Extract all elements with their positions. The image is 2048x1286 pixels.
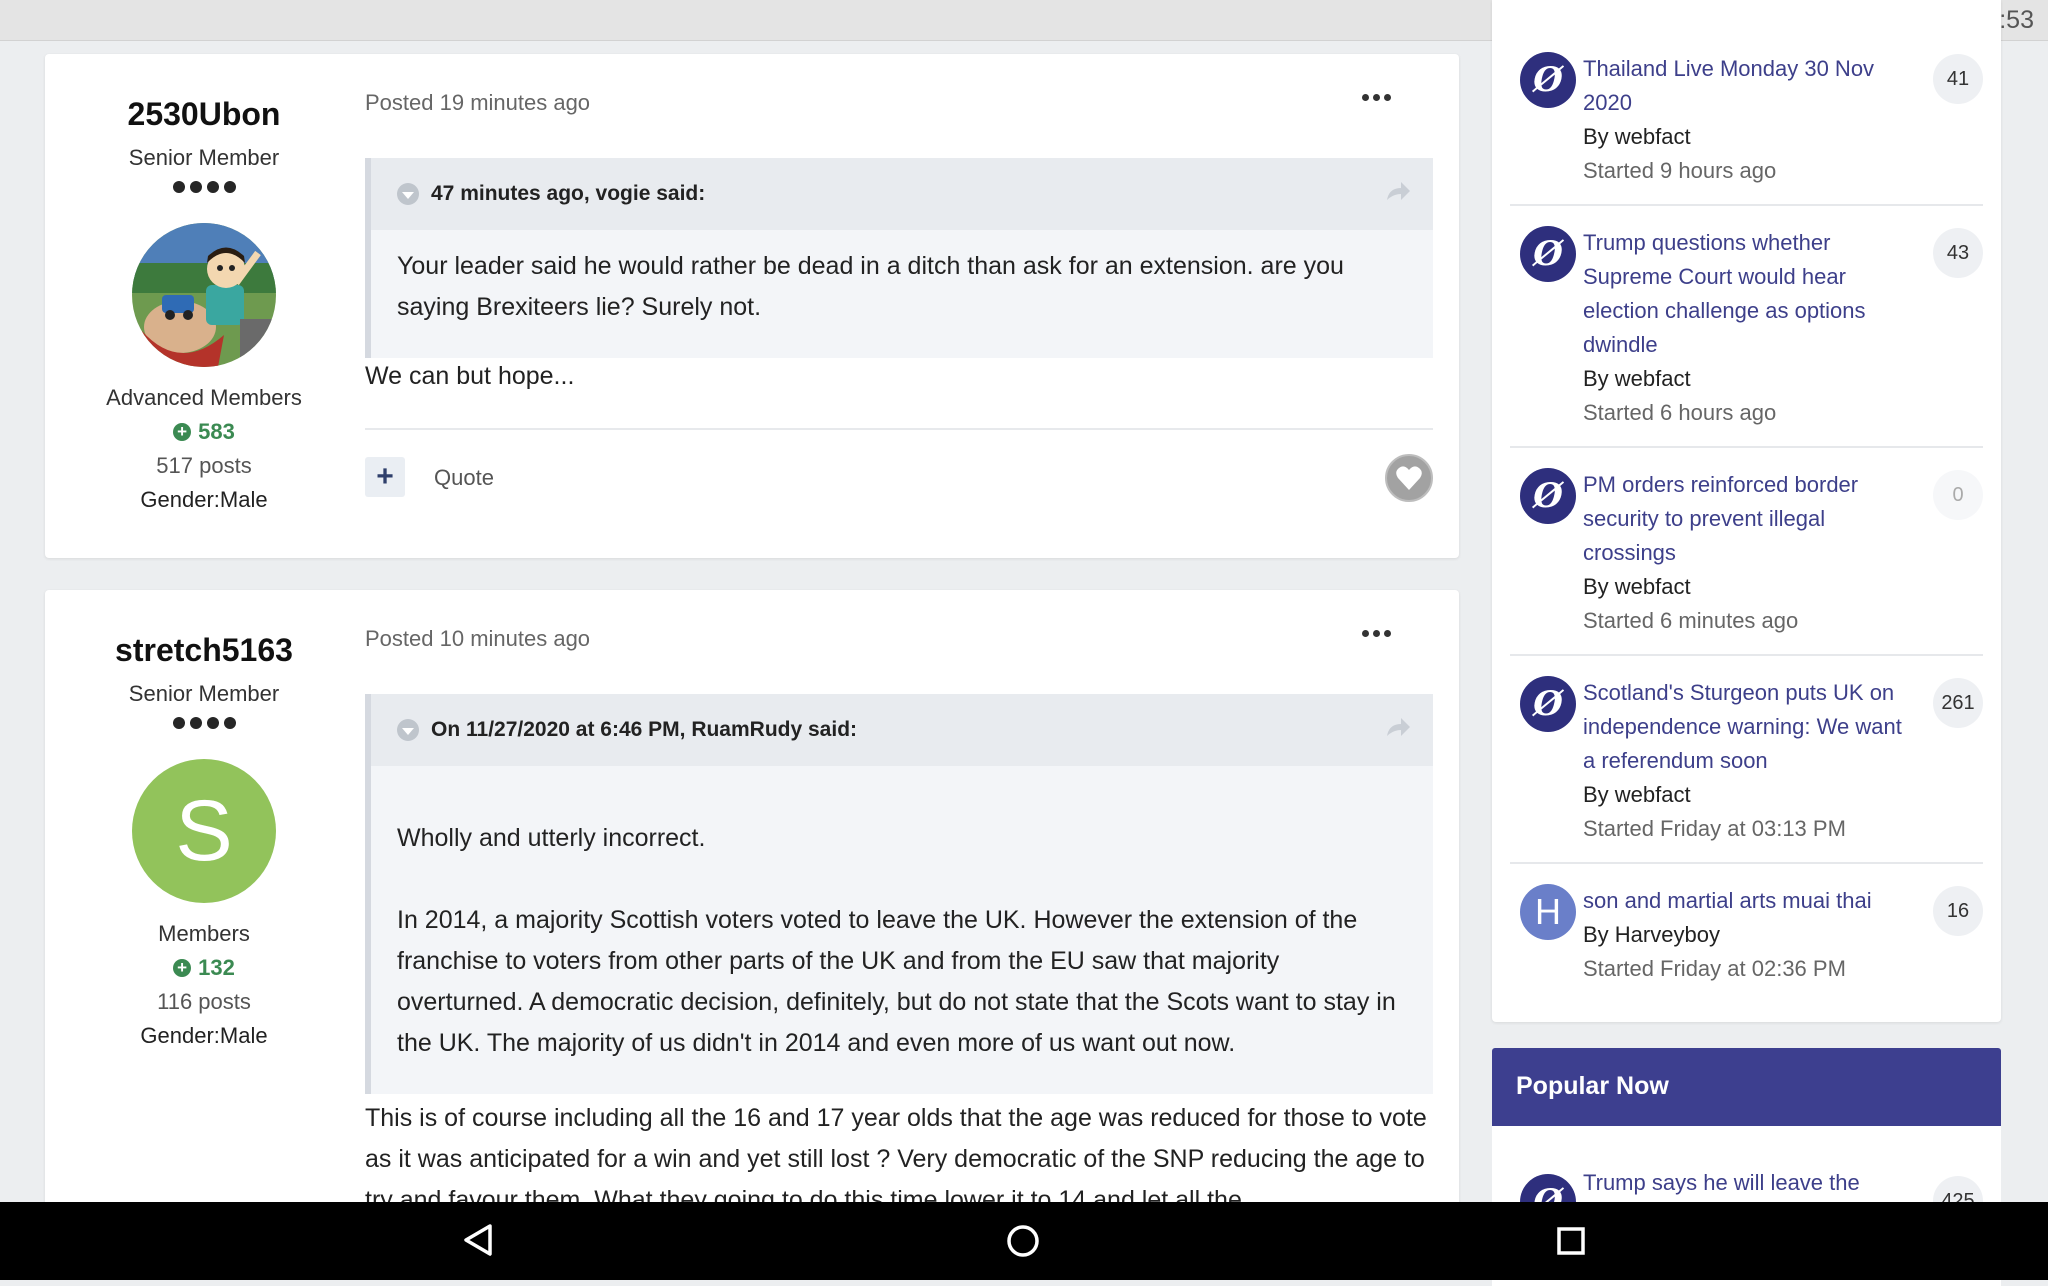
reputation: +132 xyxy=(45,955,363,981)
recent-apps-icon[interactable] xyxy=(1556,1226,1586,1256)
quote-block: On 11/27/2020 at 6:46 PM, RuamRudy said:… xyxy=(365,694,1433,1094)
reply-count: 41 xyxy=(1933,54,1983,104)
forum-logo-icon: Ø xyxy=(1520,676,1576,732)
share-arrow-icon[interactable] xyxy=(1385,180,1411,202)
topic-title[interactable]: Scotland's Sturgeon puts UK on independe… xyxy=(1583,676,1913,846)
popular-now-heading: Popular Now xyxy=(1492,1048,2001,1126)
topic-started: Started Friday at 03:13 PM xyxy=(1583,816,1846,841)
collapse-icon[interactable] xyxy=(397,183,419,205)
rank-pips xyxy=(45,181,363,193)
quote-block: 47 minutes ago, vogie said: Your leader … xyxy=(365,158,1433,358)
plus-circle-icon: + xyxy=(173,959,192,977)
post-stretch5163: stretch5163 Senior Member S Members +132… xyxy=(45,590,1459,1230)
post-2530ubon: 2530Ubon Senior Member Advanced Members … xyxy=(45,54,1459,558)
reputation-value: 583 xyxy=(198,419,235,444)
forum-logo-icon: Ø xyxy=(1520,226,1576,282)
reply-count: 261 xyxy=(1933,678,1983,728)
member-title: Senior Member xyxy=(128,681,280,706)
share-arrow-icon[interactable] xyxy=(1385,716,1411,738)
topic-author: By webfact xyxy=(1583,366,1691,391)
topic-title[interactable]: Trump says he will leave the xyxy=(1583,1166,1913,1200)
post-timestamp[interactable]: Posted 10 minutes ago xyxy=(365,626,590,652)
gender: Gender:Male xyxy=(140,1023,268,1048)
more-options-icon[interactable] xyxy=(1362,94,1391,101)
post-footer: + Quote xyxy=(365,428,1433,558)
avatar[interactable]: S xyxy=(132,759,276,903)
avatar-letter: S xyxy=(132,759,276,903)
topic-item[interactable]: Ø PM orders reinforced border security t… xyxy=(1510,468,1983,656)
plus-circle-icon: + xyxy=(173,423,192,441)
topic-started: Started 6 minutes ago xyxy=(1583,608,1799,633)
quote-citation: On 11/27/2020 at 6:46 PM, RuamRudy said: xyxy=(431,718,858,741)
post-body: We can but hope... xyxy=(365,362,575,390)
topic-started: Started 6 hours ago xyxy=(1583,400,1777,425)
quote-header: On 11/27/2020 at 6:46 PM, RuamRudy said: xyxy=(371,694,1433,766)
quote-button[interactable]: Quote xyxy=(434,465,494,491)
topic-item[interactable]: Ø Trump questions whether Supreme Court … xyxy=(1510,226,1983,448)
topic-author: By webfact xyxy=(1583,124,1691,149)
more-options-icon[interactable] xyxy=(1362,630,1391,637)
topic-title[interactable]: Thailand Live Monday 30 Nov 2020 By webf… xyxy=(1583,52,1913,188)
avatar[interactable] xyxy=(132,223,276,367)
topic-author: By webfact xyxy=(1583,782,1691,807)
post-timestamp[interactable]: Posted 19 minutes ago xyxy=(365,90,590,116)
topic-author: By webfact xyxy=(1583,574,1691,599)
sidebar-topics: Ø Thailand Live Monday 30 Nov 2020 By we… xyxy=(1492,0,2001,1022)
rank-pips xyxy=(45,717,363,729)
reply-count: 16 xyxy=(1933,886,1983,936)
user-avatar-icon: H xyxy=(1520,884,1576,940)
topic-item[interactable]: Ø Thailand Live Monday 30 Nov 2020 By we… xyxy=(1510,52,1983,206)
like-heart-icon[interactable] xyxy=(1385,454,1433,502)
forum-logo-icon: Ø xyxy=(1520,468,1576,524)
reputation-value: 132 xyxy=(198,955,235,980)
post-count: 116 posts xyxy=(157,989,251,1014)
topic-title[interactable]: Trump questions whether Supreme Court wo… xyxy=(1583,226,1913,430)
author-panel: stretch5163 Senior Member S Members +132… xyxy=(45,590,363,1049)
back-icon[interactable] xyxy=(462,1222,494,1258)
android-nav-bar xyxy=(0,1202,2048,1280)
author-name[interactable]: stretch5163 xyxy=(45,632,363,669)
post-count: 517 posts xyxy=(156,453,252,478)
quote-body: Wholly and utterly incorrect. In 2014, a… xyxy=(371,766,1433,1086)
collapse-icon[interactable] xyxy=(397,719,419,741)
member-group: Members xyxy=(158,921,250,946)
home-icon[interactable] xyxy=(1006,1224,1040,1258)
quote-body: Your leader said he would rather be dead… xyxy=(371,230,1433,350)
quote-paragraph: In 2014, a majority Scottish voters vote… xyxy=(397,906,1396,1057)
member-group: Advanced Members xyxy=(106,385,302,410)
quote-header: 47 minutes ago, vogie said: xyxy=(371,158,1433,230)
quote-paragraph: Your leader said he would rather be dead… xyxy=(397,252,1344,321)
topic-started: Started Friday at 02:36 PM xyxy=(1583,956,1846,981)
gender: Gender:Male xyxy=(140,487,268,512)
author-name[interactable]: 2530Ubon xyxy=(45,96,363,133)
cartoon-avatar-image xyxy=(132,223,276,367)
topic-title[interactable]: PM orders reinforced border security to … xyxy=(1583,468,1913,638)
reply-count: 43 xyxy=(1933,228,1983,278)
member-title: Senior Member xyxy=(128,145,280,170)
reply-count: 0 xyxy=(1933,470,1983,520)
topic-title[interactable]: son and martial arts muai thai By Harvey… xyxy=(1583,884,1913,986)
topic-item[interactable]: Ø Scotland's Sturgeon puts UK on indepen… xyxy=(1510,676,1983,864)
quote-citation: 47 minutes ago, vogie said: xyxy=(431,182,706,205)
topic-started: Started 9 hours ago xyxy=(1583,158,1777,183)
multiquote-button[interactable]: + xyxy=(365,457,405,497)
author-panel: 2530Ubon Senior Member Advanced Members … xyxy=(45,54,363,513)
topic-author: By Harveyboy xyxy=(1583,922,1720,947)
quote-paragraph: Wholly and utterly incorrect. xyxy=(397,824,706,852)
reputation: +583 xyxy=(45,419,363,445)
forum-logo-icon: Ø xyxy=(1520,52,1576,108)
topic-item[interactable]: H son and martial arts muai thai By Harv… xyxy=(1510,884,1983,1004)
